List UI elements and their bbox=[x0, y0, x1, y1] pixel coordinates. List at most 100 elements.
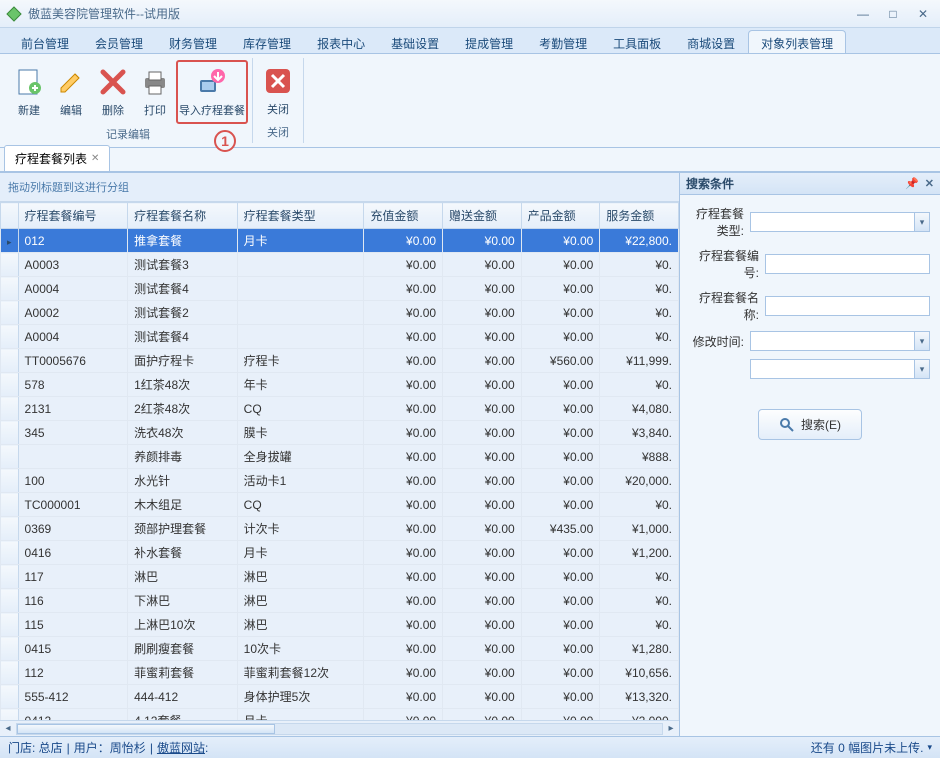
cell[interactable]: 菲蜜莉套餐12次 bbox=[237, 661, 364, 685]
cell[interactable]: ¥0.00 bbox=[521, 421, 600, 445]
cell[interactable]: 555-412 bbox=[18, 685, 128, 709]
row-header[interactable] bbox=[1, 325, 19, 349]
cell[interactable] bbox=[18, 445, 128, 469]
cell[interactable]: ¥0.00 bbox=[521, 613, 600, 637]
import-button[interactable]: 导入疗程套餐 bbox=[176, 60, 248, 124]
cell[interactable]: TT0005676 bbox=[18, 349, 128, 373]
cell[interactable]: ¥0.00 bbox=[443, 325, 522, 349]
row-header[interactable] bbox=[1, 709, 19, 721]
cell[interactable]: 计次卡 bbox=[237, 517, 364, 541]
table-row[interactable]: 116下淋巴淋巴¥0.00¥0.00¥0.00¥0. bbox=[1, 589, 679, 613]
cell[interactable]: ¥0.00 bbox=[443, 685, 522, 709]
cell[interactable]: ¥0.00 bbox=[521, 661, 600, 685]
cell[interactable]: ¥0.00 bbox=[364, 613, 443, 637]
cell[interactable]: ¥0.00 bbox=[443, 565, 522, 589]
cell[interactable]: 月卡 bbox=[237, 229, 364, 253]
cell[interactable]: ¥0.00 bbox=[364, 685, 443, 709]
cell[interactable]: ¥0.00 bbox=[364, 565, 443, 589]
row-header[interactable] bbox=[1, 637, 19, 661]
cell[interactable]: ¥0. bbox=[600, 277, 679, 301]
cell[interactable]: ¥888. bbox=[600, 445, 679, 469]
cell[interactable]: ¥0.00 bbox=[443, 277, 522, 301]
cell[interactable]: 0415 bbox=[18, 637, 128, 661]
scroll-track[interactable] bbox=[16, 723, 663, 735]
cell[interactable]: ¥0.00 bbox=[443, 517, 522, 541]
close-window-button[interactable]: ✕ bbox=[912, 6, 934, 22]
table-row[interactable]: 112菲蜜莉套餐菲蜜莉套餐12次¥0.00¥0.00¥0.00¥10,656. bbox=[1, 661, 679, 685]
table-row[interactable]: 5781红茶48次年卡¥0.00¥0.00¥0.00¥0. bbox=[1, 373, 679, 397]
cell[interactable]: ¥0.00 bbox=[364, 445, 443, 469]
cell[interactable]: ¥0.00 bbox=[443, 229, 522, 253]
cell[interactable]: 菲蜜莉套餐 bbox=[128, 661, 238, 685]
cell[interactable]: ¥0.00 bbox=[443, 613, 522, 637]
name-input[interactable] bbox=[765, 296, 930, 316]
cell[interactable]: ¥0. bbox=[600, 613, 679, 637]
cell[interactable]: ¥1,000. bbox=[600, 517, 679, 541]
cell[interactable]: 0412 bbox=[18, 709, 128, 721]
cell[interactable]: 012 bbox=[18, 229, 128, 253]
table-row[interactable]: 555-412444-412身体护理5次¥0.00¥0.00¥0.00¥13,3… bbox=[1, 685, 679, 709]
cell[interactable]: ¥0.00 bbox=[521, 709, 600, 721]
tab-10[interactable]: 对象列表管理 bbox=[748, 30, 846, 53]
cell[interactable]: 活动卡1 bbox=[237, 469, 364, 493]
tab-9[interactable]: 商城设置 bbox=[674, 30, 748, 53]
cell[interactable]: ¥0.00 bbox=[364, 325, 443, 349]
table-row[interactable]: TT0005676面护疗程卡疗程卡¥0.00¥0.00¥560.00¥11,99… bbox=[1, 349, 679, 373]
print-button[interactable]: 打印 bbox=[134, 60, 176, 124]
cell[interactable]: 刷刷瘦套餐 bbox=[128, 637, 238, 661]
cell[interactable]: ¥0.00 bbox=[364, 709, 443, 721]
cell[interactable]: ¥0.00 bbox=[364, 469, 443, 493]
cell[interactable]: 年卡 bbox=[237, 373, 364, 397]
tab-6[interactable]: 提成管理 bbox=[452, 30, 526, 53]
cell[interactable]: 全身拔罐 bbox=[237, 445, 364, 469]
cell[interactable] bbox=[237, 253, 364, 277]
cell[interactable]: ¥0.00 bbox=[521, 301, 600, 325]
cell[interactable]: 测试套餐3 bbox=[128, 253, 238, 277]
cell[interactable]: ¥0. bbox=[600, 253, 679, 277]
cell[interactable]: ¥13,320. bbox=[600, 685, 679, 709]
table-row[interactable]: A0002测试套餐2¥0.00¥0.00¥0.00¥0. bbox=[1, 301, 679, 325]
cell[interactable]: ¥20,000. bbox=[600, 469, 679, 493]
row-header[interactable] bbox=[1, 685, 19, 709]
cell[interactable]: ¥0.00 bbox=[364, 517, 443, 541]
row-header[interactable] bbox=[1, 517, 19, 541]
cell[interactable]: 颈部护理套餐 bbox=[128, 517, 238, 541]
chevron-down-icon[interactable]: ▾ bbox=[914, 212, 930, 232]
cell[interactable]: ¥10,656. bbox=[600, 661, 679, 685]
cell[interactable]: ¥0.00 bbox=[521, 541, 600, 565]
cell[interactable]: 117 bbox=[18, 565, 128, 589]
row-header[interactable] bbox=[1, 469, 19, 493]
cell[interactable]: 2红茶48次 bbox=[128, 397, 238, 421]
cell[interactable]: 疗程卡 bbox=[237, 349, 364, 373]
cell[interactable]: 0416 bbox=[18, 541, 128, 565]
cell[interactable]: ¥0.00 bbox=[443, 637, 522, 661]
cell[interactable]: CQ bbox=[237, 397, 364, 421]
pin-icon[interactable]: 📌 bbox=[905, 177, 919, 190]
cell[interactable]: 月卡 bbox=[237, 541, 364, 565]
cell[interactable]: 上淋巴10次 bbox=[128, 613, 238, 637]
cell[interactable]: ¥0.00 bbox=[443, 421, 522, 445]
tab-2[interactable]: 财务管理 bbox=[156, 30, 230, 53]
chevron-down-icon[interactable]: ▾ bbox=[914, 331, 930, 351]
scroll-left-icon[interactable]: ◂ bbox=[0, 723, 16, 734]
scroll-thumb[interactable] bbox=[17, 724, 275, 734]
table-row[interactable]: A0004测试套餐4¥0.00¥0.00¥0.00¥0. bbox=[1, 325, 679, 349]
column-header[interactable]: 充值金额 bbox=[364, 203, 443, 229]
column-header[interactable]: 疗程套餐类型 bbox=[237, 203, 364, 229]
table-row[interactable]: 养颜排毒全身拔罐¥0.00¥0.00¥0.00¥888. bbox=[1, 445, 679, 469]
cell[interactable]: ¥0.00 bbox=[443, 301, 522, 325]
row-header[interactable] bbox=[1, 661, 19, 685]
cell[interactable]: ¥0.00 bbox=[521, 469, 600, 493]
table-row[interactable]: 117淋巴淋巴¥0.00¥0.00¥0.00¥0. bbox=[1, 565, 679, 589]
cell[interactable]: ¥0.00 bbox=[364, 253, 443, 277]
horizontal-scrollbar[interactable]: ◂ ▸ bbox=[0, 720, 679, 736]
cell[interactable]: 112 bbox=[18, 661, 128, 685]
tab-4[interactable]: 报表中心 bbox=[304, 30, 378, 53]
maximize-button[interactable]: □ bbox=[882, 6, 904, 22]
row-header[interactable] bbox=[1, 277, 19, 301]
cell[interactable]: 4.12套餐 bbox=[128, 709, 238, 721]
cell[interactable]: 身体护理5次 bbox=[237, 685, 364, 709]
cell[interactable]: 测试套餐4 bbox=[128, 277, 238, 301]
minimize-button[interactable]: — bbox=[852, 6, 874, 22]
row-header[interactable] bbox=[1, 541, 19, 565]
